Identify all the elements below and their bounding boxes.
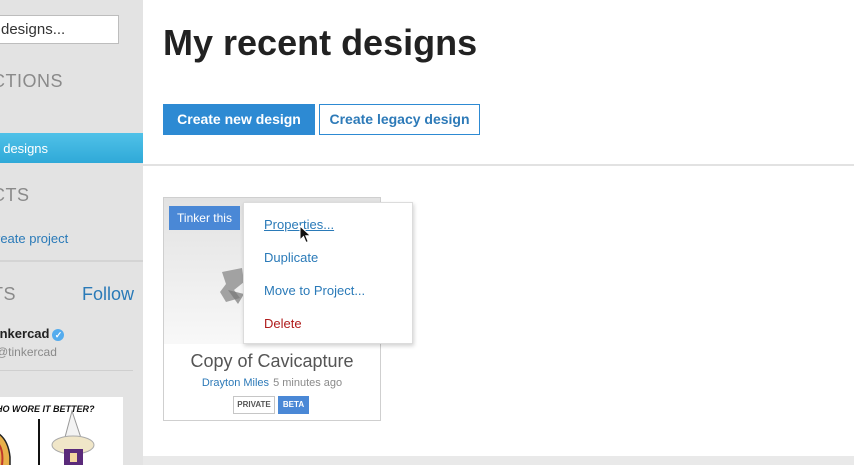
- design-title[interactable]: Copy of Cavicapture: [164, 351, 380, 372]
- create-project-link[interactable]: reate project: [0, 231, 68, 246]
- tweet-handle: @tinkercad: [0, 345, 57, 359]
- main-content: My recent designs Create new design Crea…: [143, 0, 854, 456]
- create-new-design-button[interactable]: Create new design: [163, 104, 315, 135]
- sidebar: designs... CTIONS t designs CTS reate pr…: [0, 0, 143, 465]
- sidebar-item-recent-designs[interactable]: t designs: [0, 133, 143, 163]
- tinker-this-button[interactable]: Tinker this: [169, 206, 240, 230]
- tweets-heading: TS: [0, 284, 17, 304]
- verified-icon: ✓: [52, 328, 65, 341]
- collections-heading: CTIONS: [0, 71, 64, 91]
- design-author-link[interactable]: Drayton Miles: [202, 377, 269, 389]
- tweet-image-caption: HO WORE IT BETTER?: [0, 404, 95, 414]
- bottom-strip: [143, 456, 854, 465]
- private-badge: PRIVATE: [233, 396, 275, 414]
- section-divider: [143, 164, 854, 166]
- sidebar-divider: [0, 260, 143, 262]
- design-meta: Drayton Miles 5 minutes ago: [164, 377, 380, 389]
- design-context-menu: Properties... Duplicate Move to Project.…: [243, 202, 413, 344]
- page-title: My recent designs: [163, 22, 478, 63]
- tweet-author[interactable]: inkercad ✓: [0, 326, 65, 341]
- tweet-author-name: inkercad: [0, 326, 50, 341]
- design-time: 5 minutes ago: [273, 377, 343, 389]
- search-designs-input[interactable]: designs...: [0, 15, 119, 44]
- tweet-divider: [0, 370, 133, 371]
- menu-item-move-to-project[interactable]: Move to Project...: [264, 283, 365, 298]
- tweet-image[interactable]: HO WORE IT BETTER?: [0, 397, 123, 465]
- sidebar-item-label: t designs: [0, 141, 49, 156]
- mouse-cursor-icon: [299, 225, 312, 244]
- menu-item-delete[interactable]: Delete: [264, 316, 302, 331]
- projects-heading: CTS: [0, 185, 30, 205]
- follow-link[interactable]: Follow: [82, 284, 134, 305]
- menu-item-duplicate[interactable]: Duplicate: [264, 250, 318, 265]
- beta-badge: BETA: [278, 396, 309, 414]
- create-legacy-design-button[interactable]: Create legacy design: [319, 104, 480, 135]
